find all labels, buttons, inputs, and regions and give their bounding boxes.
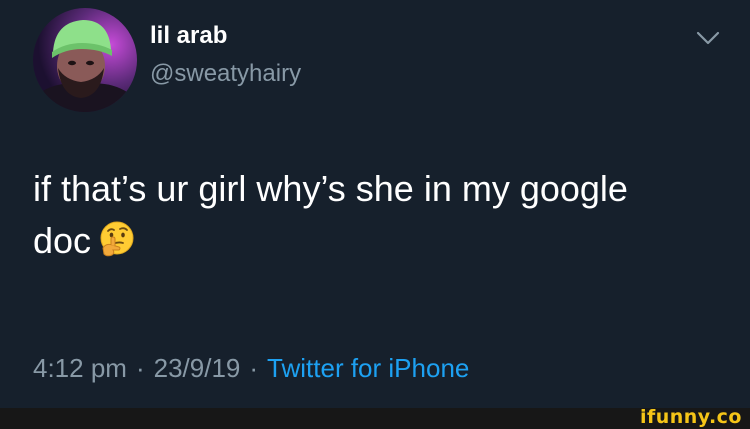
tweet-source-link[interactable]: Twitter for iPhone <box>267 353 469 383</box>
thinking-face-icon <box>97 219 137 259</box>
tweet-text-word: doc <box>33 220 92 261</box>
tweet-meta: 4:12 pm · 23/9/19 · Twitter for iPhone <box>33 351 469 385</box>
author-handle[interactable]: @sweatyhairy <box>150 60 301 88</box>
meta-separator: · <box>135 353 145 383</box>
ifunny-watermark: ifunny.co <box>639 406 742 428</box>
author-display-name[interactable]: lil arab <box>150 22 227 50</box>
tweet-text-line: doc <box>33 215 723 267</box>
watermark-bar <box>0 408 750 429</box>
avatar-image <box>33 8 137 112</box>
avatar[interactable] <box>33 8 137 112</box>
meta-separator: · <box>249 353 259 383</box>
tweet-card: lil arab @sweatyhairy if that’s ur girl … <box>0 0 750 408</box>
tweet-date[interactable]: 23/9/19 <box>154 353 241 383</box>
tweet-text: if that’s ur girl why’s she in my google… <box>33 163 723 267</box>
tweet-time[interactable]: 4:12 pm <box>33 353 127 383</box>
tweet-text-line: if that’s ur girl why’s she in my google <box>33 168 628 209</box>
chevron-down-icon[interactable] <box>690 26 726 52</box>
